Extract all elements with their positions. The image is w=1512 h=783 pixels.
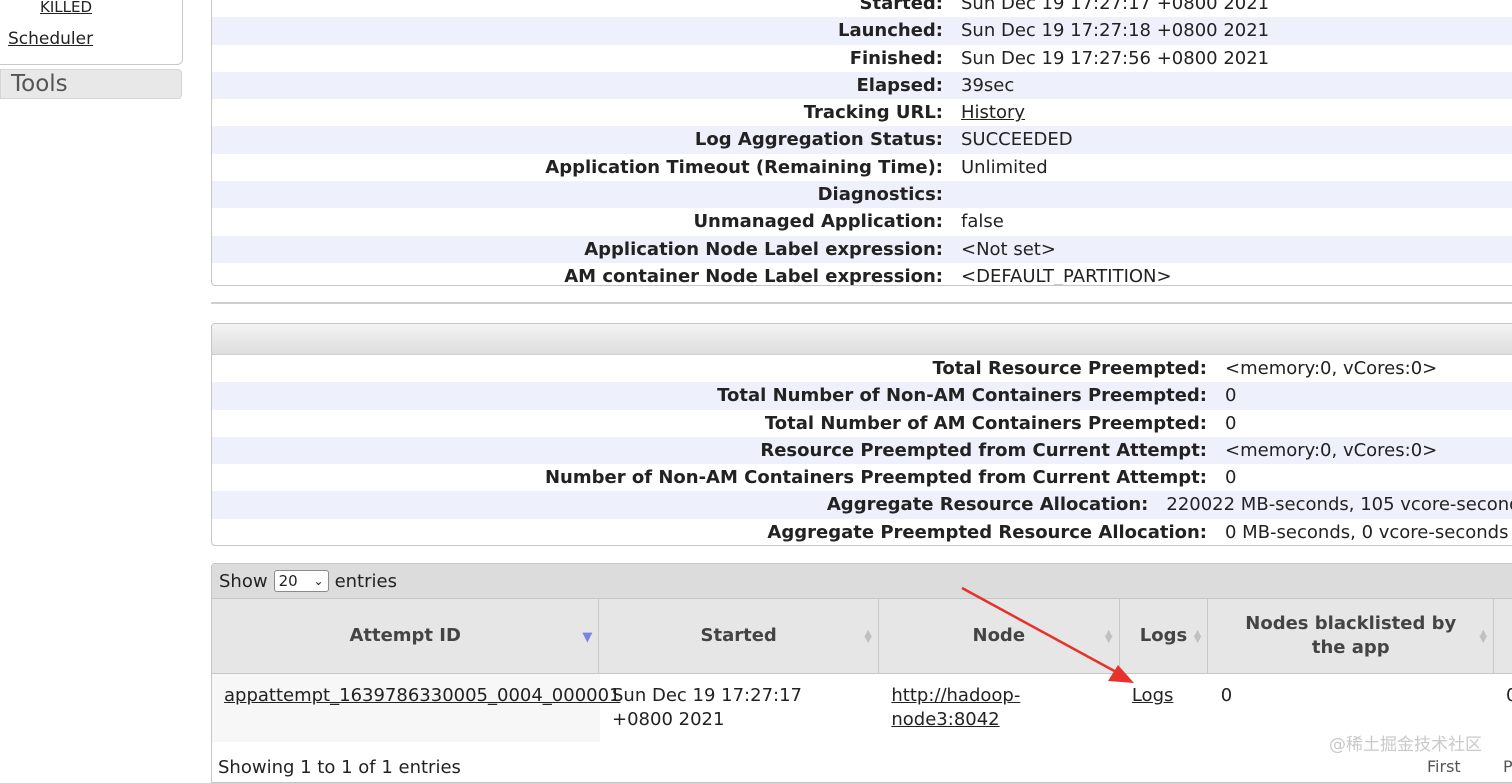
table-row: appattempt_1639786330005_0004_000001 Sun… bbox=[212, 674, 1512, 742]
overview-value: <Not set> bbox=[961, 238, 1056, 260]
overview-key: Tracking URL: bbox=[803, 102, 943, 124]
chevron-down-icon: ⌄ bbox=[313, 574, 324, 588]
overview-key: Started: bbox=[859, 0, 944, 14]
metrics-key: Aggregate Preempted Resource Allocation: bbox=[767, 521, 1207, 543]
metrics-value: <memory:0, vCores:0> bbox=[1225, 439, 1438, 461]
metrics-key: Number of Non-AM Containers Preempted fr… bbox=[544, 467, 1207, 489]
overview-key: Diagnostics: bbox=[817, 184, 943, 206]
entries-per-page-value: 20 bbox=[278, 572, 298, 590]
metrics-row: Aggregate Preempted Resource Allocation:… bbox=[212, 519, 1512, 545]
column-header-nodes-blacklisted[interactable]: Nodes blacklisted by the app ▲ ▼ bbox=[1208, 599, 1495, 673]
metrics-key: Total Number of AM Containers Preempted: bbox=[764, 412, 1207, 434]
preemption-table-header bbox=[212, 324, 1512, 355]
column-label: Node bbox=[972, 625, 1026, 646]
metrics-value: 0 bbox=[1225, 385, 1237, 407]
logs-cell: Logs bbox=[1120, 674, 1209, 742]
node-cell: http://hadoop-node3:8042 bbox=[879, 674, 1119, 742]
preemption-metrics-table: Total Resource Preempted: <memory:0, vCor… bbox=[211, 323, 1512, 546]
overview-row: Finished: Sun Dec 19 17:27:56 +0800 2021 bbox=[212, 45, 1512, 72]
sort-icon: ▲ ▼ bbox=[1479, 628, 1488, 645]
extra-cell: 0 bbox=[1494, 674, 1512, 742]
attempt-id-cell: appattempt_1639786330005_0004_000001 bbox=[212, 674, 621, 742]
app-overview-table: Started: Sun Dec 19 17:27:17 +0800 2021 L… bbox=[211, 0, 1512, 286]
attempts-toolbar: Show 20 ⌄ entries bbox=[212, 564, 1512, 599]
overview-value: Sun Dec 19 17:27:17 +0800 2021 bbox=[961, 0, 1270, 14]
overview-key: Application Node Label expression: bbox=[584, 238, 943, 260]
column-label: Attempt ID bbox=[349, 625, 461, 646]
overview-row: Elapsed: 39sec bbox=[212, 71, 1512, 100]
overview-row: AM container Node Label expression: <DEFA… bbox=[212, 263, 1512, 286]
attempt-id-link[interactable]: appattempt_1639786330005_0004_000001 bbox=[224, 685, 621, 706]
pagination-previous-button[interactable]: P bbox=[1503, 757, 1512, 776]
overview-row: Application Timeout (Remaining Time): Unl… bbox=[212, 154, 1512, 181]
overview-row: Diagnostics: bbox=[212, 181, 1512, 209]
sort-icon: ▲ ▼ bbox=[1104, 628, 1113, 645]
attempts-table: Show 20 ⌄ entries Attempt ID ▼ Started ▲… bbox=[211, 563, 1512, 783]
metrics-value: 0 MB-seconds, 0 vcore-seconds bbox=[1225, 521, 1509, 543]
nav-link-killed[interactable]: KILLED bbox=[40, 0, 92, 16]
overview-row: Log Aggregation Status: SUCCEEDED bbox=[212, 126, 1512, 154]
column-header-logs[interactable]: Logs ▲ ▼ bbox=[1120, 599, 1209, 673]
metrics-key: Total Number of Non-AM Containers Preemp… bbox=[717, 385, 1207, 407]
overview-row: Tracking URL: History bbox=[212, 99, 1512, 126]
metrics-row: Resource Preempted from Current Attempt:… bbox=[212, 436, 1512, 465]
watermark: @稀土掘金技术社区 bbox=[1329, 735, 1482, 755]
column-header-extra[interactable] bbox=[1494, 599, 1512, 673]
overview-key: Elapsed: bbox=[856, 74, 943, 96]
section-divider bbox=[211, 302, 1512, 304]
overview-row: Launched: Sun Dec 19 17:27:18 +0800 2021 bbox=[212, 17, 1512, 45]
overview-key: Log Aggregation Status: bbox=[694, 129, 943, 151]
column-label: Started bbox=[700, 625, 777, 646]
sort-desc-icon: ▼ bbox=[582, 630, 593, 645]
overview-row: Unmanaged Application: false bbox=[212, 208, 1512, 235]
overview-value: SUCCEEDED bbox=[961, 129, 1073, 151]
metrics-key: Total Resource Preempted: bbox=[932, 358, 1207, 379]
overview-value: 39sec bbox=[961, 74, 1015, 96]
nav-section-tools[interactable]: Tools bbox=[0, 69, 182, 99]
overview-row: Started: Sun Dec 19 17:27:17 +0800 2021 bbox=[212, 0, 1512, 17]
overview-value: Unlimited bbox=[961, 156, 1048, 178]
table-info-status: Showing 1 to 1 of 1 entries bbox=[218, 757, 461, 778]
overview-key: Unmanaged Application: bbox=[693, 211, 943, 233]
logs-link[interactable]: Logs bbox=[1132, 685, 1174, 706]
metrics-key: Aggregate Resource Allocation: bbox=[826, 494, 1149, 516]
overview-key: AM container Node Label expression: bbox=[564, 265, 943, 286]
overview-value: <DEFAULT_PARTITION> bbox=[961, 265, 1172, 286]
metrics-row: Total Number of AM Containers Preempted:… bbox=[212, 410, 1512, 437]
overview-value: Sun Dec 19 17:27:18 +0800 2021 bbox=[961, 20, 1270, 42]
metrics-key: Resource Preempted from Current Attempt: bbox=[760, 439, 1207, 461]
pagination-first-button[interactable]: First bbox=[1427, 757, 1461, 776]
overview-key: Launched: bbox=[837, 20, 943, 42]
overview-key: Finished: bbox=[849, 47, 943, 69]
column-label: Nodes blacklisted by the app bbox=[1245, 613, 1457, 658]
metrics-row: Total Resource Preempted: <memory:0, vCor… bbox=[212, 355, 1512, 382]
table-header-row: Attempt ID ▼ Started ▲ ▼ Node ▲ ▼ Logs ▲ ▼ … bbox=[212, 599, 1512, 674]
overview-value: false bbox=[961, 211, 1004, 233]
overview-value: Sun Dec 19 17:27:56 +0800 2021 bbox=[961, 47, 1270, 69]
metrics-row: Total Number of Non-AM Containers Preemp… bbox=[212, 382, 1512, 410]
entries-per-page-select[interactable]: 20 ⌄ bbox=[273, 570, 329, 592]
metrics-row: Number of Non-AM Containers Preempted fr… bbox=[212, 464, 1512, 491]
nav-link-scheduler[interactable]: Scheduler bbox=[8, 29, 93, 49]
metrics-row: Aggregate Resource Allocation: 220022 MB-… bbox=[212, 491, 1512, 519]
metrics-value: 220022 MB-seconds, 105 vcore-seconds bbox=[1166, 494, 1512, 516]
sort-icon: ▲ ▼ bbox=[1193, 628, 1202, 645]
overview-key: Application Timeout (Remaining Time): bbox=[545, 156, 943, 178]
sort-icon: ▲ ▼ bbox=[864, 628, 872, 645]
overview-row: Application Node Label expression: <Not s… bbox=[212, 235, 1512, 263]
tracking-url-history-link[interactable]: History bbox=[961, 102, 1025, 123]
metrics-value: 0 bbox=[1225, 412, 1237, 434]
column-header-attempt-id[interactable]: Attempt ID ▼ bbox=[212, 599, 600, 673]
column-header-node[interactable]: Node ▲ ▼ bbox=[879, 599, 1120, 673]
started-cell: Sun Dec 19 17:27:17 +0800 2021 bbox=[612, 685, 802, 730]
node-link[interactable]: http://hadoop-node3:8042 bbox=[891, 684, 1041, 732]
column-label: Logs bbox=[1139, 625, 1188, 646]
entries-label: entries bbox=[334, 570, 397, 592]
metrics-value: <memory:0, vCores:0> bbox=[1225, 358, 1438, 379]
show-label: Show bbox=[219, 570, 268, 592]
metrics-value: 0 bbox=[1225, 467, 1237, 489]
column-header-started[interactable]: Started ▲ ▼ bbox=[599, 599, 879, 673]
